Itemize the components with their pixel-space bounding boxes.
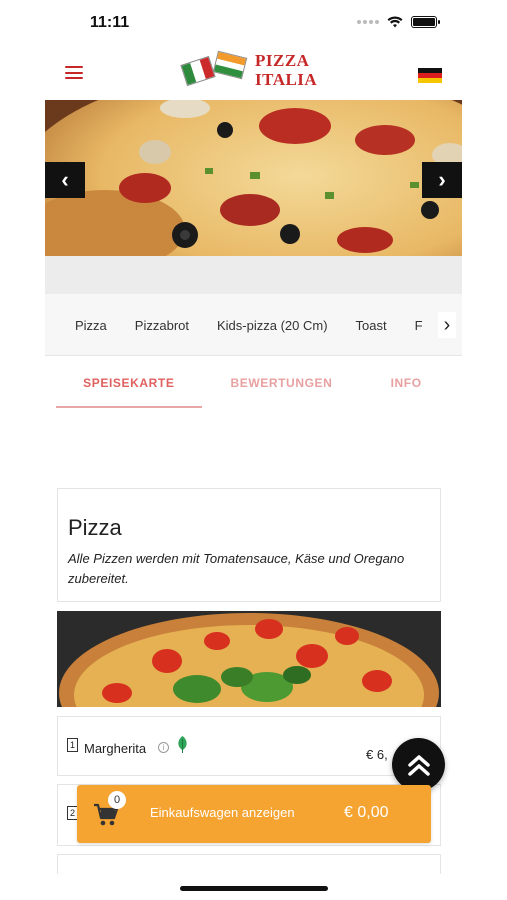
status-bar: 11:11 <box>0 0 507 44</box>
german-flag-icon[interactable] <box>418 68 442 83</box>
category-next-button[interactable]: › <box>438 312 456 338</box>
view-cart-button[interactable]: 0 Einkaufswagen anzeigen € 0,00 <box>77 785 431 843</box>
chevron-left-icon: ‹ <box>61 167 69 192</box>
status-time: 11:11 <box>90 14 130 31</box>
tab-bewertungen[interactable]: BEWERTUNGEN <box>202 364 362 408</box>
logo[interactable]: PIZZA ITALIA <box>180 48 317 92</box>
double-chevron-up-icon <box>407 754 430 776</box>
hero-next-button[interactable]: › <box>422 162 462 198</box>
home-indicator <box>180 886 328 891</box>
category-bar: Pizza Pizzabrot Kids-pizza (20 Cm) Toast… <box>45 294 462 356</box>
cart-label: Einkaufswagen anzeigen <box>150 805 295 820</box>
section-header-card: Pizza Alle Pizzen werden mit Tomatensauc… <box>57 488 441 602</box>
chevron-right-icon: › <box>438 167 446 192</box>
chevron-right-icon: › <box>443 313 451 336</box>
product-name: Margherita <box>84 741 147 756</box>
category-list: Pizza Pizzabrot Kids-pizza (20 Cm) Toast… <box>75 318 423 333</box>
category-truncated[interactable]: F <box>415 318 423 333</box>
product-item[interactable] <box>57 854 441 874</box>
tab-speisekarte[interactable]: SPEISEKARTE <box>56 364 202 408</box>
section-description: Alle Pizzen werden mit Tomatensauce, Käs… <box>68 551 405 586</box>
wifi-icon <box>387 16 403 28</box>
category-pizzabrot[interactable]: Pizzabrot <box>135 318 189 333</box>
hero-slider: ‹ › <box>45 100 462 256</box>
tab-info[interactable]: INFO <box>361 364 451 408</box>
leaf-icon <box>178 736 187 753</box>
product-item[interactable]: 1 Margherita i € 6, <box>57 716 441 776</box>
hamburger-menu-icon[interactable] <box>65 66 83 79</box>
app-header: PIZZA ITALIA <box>45 44 462 100</box>
cart-count-badge: 0 <box>108 791 126 809</box>
hero-pagination-strip <box>45 256 462 294</box>
hero-pizza-image <box>45 100 462 256</box>
status-icons <box>357 16 440 28</box>
hero-prev-button[interactable]: ‹ <box>45 162 85 198</box>
indian-flag-icon <box>212 50 248 80</box>
logo-text: PIZZA ITALIA <box>255 51 317 89</box>
category-kids-pizza[interactable]: Kids-pizza (20 Cm) <box>217 318 328 333</box>
section-title: Pizza <box>68 515 122 540</box>
category-toast[interactable]: Toast <box>356 318 387 333</box>
info-icon[interactable]: i <box>158 742 169 753</box>
logo-line-2: ITALIA <box>255 70 318 89</box>
scroll-to-top-button[interactable] <box>392 738 445 791</box>
product-price: € 6, <box>366 747 388 762</box>
tab-bar: SPEISEKARTE BEWERTUNGEN INFO <box>56 364 451 408</box>
product-number: 1 <box>67 738 78 752</box>
battery-icon <box>411 16 440 28</box>
logo-flags-icon <box>180 48 251 92</box>
signal-icon <box>357 20 379 24</box>
italian-flag-icon <box>180 55 216 87</box>
section-pizza-image <box>57 611 441 707</box>
logo-line-1: PIZZA <box>255 51 310 70</box>
category-pizza[interactable]: Pizza <box>75 318 107 333</box>
pizza-photo <box>57 611 441 707</box>
cart-total: € 0,00 <box>344 804 389 821</box>
